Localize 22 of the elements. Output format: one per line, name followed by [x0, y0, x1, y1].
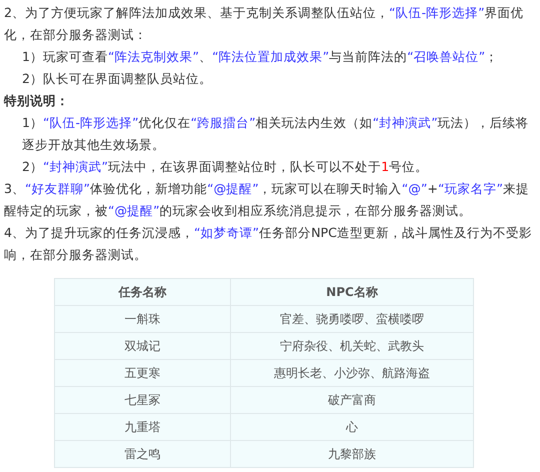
table-cell: 惠明长老、小沙弥、航路海盗: [230, 360, 474, 386]
column-header: 任务名称: [54, 278, 230, 306]
paragraph: 2）队长可在界面调整队员站位。: [21, 70, 214, 88]
table-cell: 双城记: [54, 332, 230, 360]
column-header: NPC名称: [230, 278, 474, 306]
table-cell: 九黎部族: [230, 440, 474, 468]
paragraph: 1）玩家可查看“阵法克制效果”、“阵法位置加成效果”与当前阵法的“召唤兽站位”；: [21, 48, 500, 66]
paragraph: 1）“队伍-阵形选择”优化仅在“跨服擂台”相关玩法内生效（如“封神演武”玩法），后续将逐步开放其他生效场景。: [21, 114, 530, 154]
table-cell: 心: [230, 414, 474, 440]
table-cell: 破产富商: [230, 386, 474, 414]
section-heading: 特别说明：: [4, 92, 70, 110]
paragraph: 3、“好友群聊”体验优化，新增功能“@提醒”，玩家可以在聊天时输入“@”+“玩家名字”来提醒特定的玩家，被“@提醒”的玩家会收到相应系统消息提示，在部分服务器测试。: [4, 180, 530, 220]
paragraph: 2）“封神演武”玩法中，在该界面调整站位时，队长可以不处于1号位。: [21, 158, 430, 176]
table-cell: 官差、骁勇喽啰、蛮横喽啰: [230, 306, 474, 332]
table-cell: 宁府杂役、机关蛇、武教头: [230, 332, 474, 360]
table-cell: 五更寒: [54, 360, 230, 386]
paragraph: 4、为了提升玩家的任务沉浸感，“如梦奇谭”任务部分NPC造型更新，战斗属性及行为不受影响，在部分服务器测试。: [4, 224, 533, 264]
table-cell: 七星冢: [54, 386, 230, 414]
table-cell: 雷之鸣: [54, 440, 230, 468]
table-cell: 一斛珠: [54, 306, 230, 332]
paragraph: 2、为了方便玩家了解阵法加成效果、基于克制关系调整队伍站位，“队伍-阵形选择”界面优化，在部分服务器测试：: [4, 4, 525, 44]
table-cell: 九重塔: [54, 414, 230, 440]
